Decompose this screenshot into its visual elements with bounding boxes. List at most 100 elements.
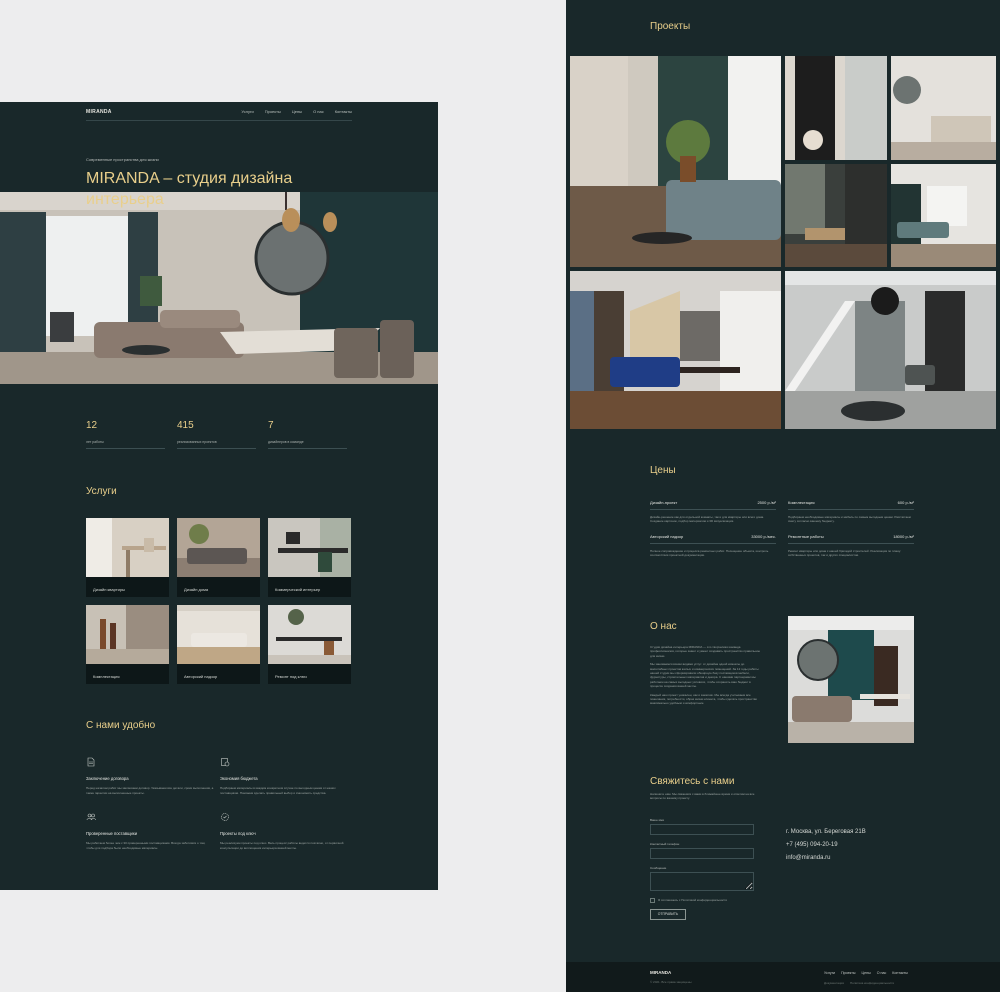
project-image[interactable] [570,56,781,267]
landing-page-right: Проекты Цены Дизайн-проект 2500 р./м² Диз… [566,0,1000,992]
price-description: Дизайн-решение как для отдельной комнаты… [650,515,765,524]
stat-value: 415 [177,420,194,431]
project-image[interactable] [785,164,887,267]
project-image[interactable] [785,56,887,160]
about-title: О нас [650,621,677,632]
consent-checkbox[interactable] [650,897,655,903]
nav-link-about[interactable]: О нас [313,109,324,114]
about-paragraph: Каждый наш проект уникален, как и заказч… [650,692,758,706]
nav-link-contacts[interactable]: Контакты [335,109,352,114]
submit-button[interactable]: ОТПРАВИТЬ [650,908,686,920]
service-image [268,518,351,577]
price-name: Ремонтные работы [788,533,824,539]
service-label: Авторский надзор [184,674,218,679]
advantages-title: С нами удобно [86,720,156,731]
service-card-supervision[interactable]: Авторский надзор [177,605,260,684]
footer-copyright: © 2021. Все права защищены [650,980,692,984]
stat-value: 7 [268,420,274,431]
hero-title: MIRANDA – студия дизайна интерьера [86,170,293,208]
message-field[interactable] [650,871,754,891]
projects-title: Проекты [650,21,691,32]
phone-field[interactable] [650,847,754,859]
about-image [788,616,914,743]
project-image[interactable] [891,56,996,160]
users-icon [86,813,96,821]
price-value: 18000 р./м² [893,533,914,539]
nav-link-prices[interactable]: Цены [292,109,302,114]
price-header: Комплектация 600 р./м² [788,500,914,510]
price-header: Дизайн-проект 2500 р./м² [650,500,776,510]
service-image [177,518,260,577]
logo[interactable]: MIRANDA [86,109,112,115]
footer-link-contacts[interactable]: Контакты [892,971,908,975]
footer-logo[interactable]: MIRANDA [650,970,671,975]
advantages-grid: Заключение договора Перед началом работ … [86,754,352,850]
advantage-title: Проверенные поставщики [86,831,138,836]
advantage-text: Подбираем материалы в каждом конкретном … [220,786,336,795]
consent-label: Я соглашаюсь с Политикой конфиденциально… [658,898,728,903]
footer-link-docs[interactable]: Документация [824,981,844,985]
hero-subtitle: Современные пространства для жизни [86,157,159,162]
service-image [86,605,169,664]
service-card-apartment[interactable]: Дизайн квартиры [86,518,169,597]
price-description: Подбираем необходимые материалы и мебель… [788,515,911,524]
price-header: Ремонтные работы 18000 р./м² [788,534,914,544]
contact-email[interactable]: info@miranda.ru [786,852,866,865]
advantage-text: Перед началом работ мы заключаем договор… [86,786,214,795]
price-item: Авторский надзор 33000 р./мес. Полное соп… [650,534,776,558]
service-label: Ремонт под ключ [275,674,307,679]
footer-nav: Услуги Проекты Цены О нас Контакты [824,971,908,975]
service-card-turnkey[interactable]: Ремонт под ключ [268,605,351,684]
price-description: Ремонт квартиры или дома с нашей бригадо… [788,548,902,557]
badge-check-icon [221,813,229,821]
footer-link-prices[interactable]: Цены [861,971,870,975]
price-description: Полное сопровождение и процесса ремонтны… [650,548,769,557]
service-label: Дизайн квартиры [93,587,125,592]
about-paragraph: Студия дизайна интерьера MIRANDA — это т… [650,645,761,658]
stat-projects: 415 реализованных проектов [177,420,256,449]
contact-intro: Напишите нам. Мы свяжемся с вами в ближа… [650,792,755,801]
footer-legal: Документация Политика конфиденциальности [824,981,894,985]
service-card-furnishing[interactable]: Комплектация [86,605,169,684]
footer-link-privacy[interactable]: Политика конфиденциальности [850,981,894,985]
footer-link-projects[interactable]: Проекты [841,971,855,975]
advantage-title: Заключение договора [86,776,129,781]
advantage-item: Проекты под ключ Мы реализуем проекты по… [220,809,352,850]
service-card-house[interactable]: Дизайн дома [177,518,260,597]
price-name: Дизайн-проект [650,500,678,505]
advantage-item: Экономия бюджета Подбираем материалы в к… [220,754,352,795]
prices-title: Цены [650,465,676,476]
footer-link-about[interactable]: О нас [877,971,887,975]
project-image[interactable] [785,271,996,429]
service-card-commercial[interactable]: Коммерческий интерьер [268,518,351,597]
price-item: Дизайн-проект 2500 р./м² Дизайн-решение к… [650,500,776,524]
price-value: 2500 р./м² [757,500,776,505]
budget-icon [221,758,230,767]
service-label: Коммерческий интерьер [275,587,321,592]
service-image [86,518,169,577]
nav-link-projects[interactable]: Проекты [265,109,281,114]
service-label: Дизайн дома [184,587,209,592]
price-item: Комплектация 600 р./м² Подбираем необходи… [788,500,914,524]
price-item: Ремонтные работы 18000 р./м² Ремонт кварт… [788,534,914,558]
nav-links: Услуги Проекты Цены О нас Контакты [241,109,352,114]
prices-grid: Дизайн-проект 2500 р./м² Дизайн-решение к… [650,500,914,557]
name-label: Ваше имя [650,817,664,822]
project-image[interactable] [891,164,996,267]
name-field[interactable] [650,823,754,835]
price-header: Авторский надзор 33000 р./мес. [650,534,776,544]
contact-phone[interactable]: +7 (495) 094-20-19 [786,839,866,852]
footer-link-services[interactable]: Услуги [824,971,835,975]
contact-address: г. Москва, ул. Береговая 21В [786,829,866,835]
contact-title: Свяжитесь с нами [650,776,735,787]
advantage-item: Заключение договора Перед началом работ … [86,754,220,795]
project-image[interactable] [570,271,781,429]
stat-value: 12 [86,420,98,431]
consent-row: Я соглашаюсь с Политикой конфиденциально… [650,897,758,903]
stat-label: дизайнеров в команде [268,440,304,444]
stat-years: 12 лет работы [86,420,165,449]
stat-label: лет работы [86,440,104,444]
footer: MIRANDA © 2021. Все права защищены Услуг… [566,962,1000,992]
nav-link-services[interactable]: Услуги [241,109,253,114]
document-icon [87,757,95,767]
